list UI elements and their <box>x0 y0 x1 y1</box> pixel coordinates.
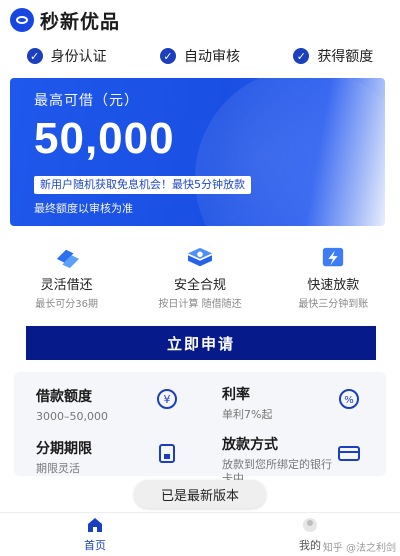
app-title: 秒新优品 <box>40 10 121 33</box>
bottom-nav: 首页 我的 知乎 @法之利剑 <box>0 512 400 556</box>
nav-tab-home[interactable]: 首页 <box>70 517 120 553</box>
loan-info-card: 借款额度 3000–50,000 ¥ 利率 单利7%起 % 分期期限 期限灵活 … <box>14 372 386 485</box>
info-term: 分期期限 期限灵活 <box>36 438 92 476</box>
perk-title: 安全合规 <box>173 278 226 293</box>
promo-badge: 新用户随机获取免息机会！最快5分钟放款 <box>34 176 251 194</box>
app-logo-icon <box>10 8 34 32</box>
feature-label: 身份认证 <box>50 49 107 65</box>
info-value: 单利7%起 <box>222 408 273 421</box>
bank-card-icon <box>338 446 360 461</box>
feature-label: 自动审核 <box>183 49 240 65</box>
banner-decoration <box>195 78 385 226</box>
info-disbursement: 放款方式 放款到您所绑定的银行卡中 <box>222 434 332 486</box>
check-circle-icon: ✓ <box>26 48 43 64</box>
perk-subtitle: 按日计算 随借随还 <box>158 299 242 310</box>
feature-identity: ✓ 身份认证 <box>26 46 107 66</box>
perk-flexible: 灵活借还 最长可分36期 <box>12 246 122 310</box>
fast-disburse-icon <box>323 247 344 267</box>
banner-note: 最终额度以审核为准 <box>34 202 133 215</box>
perk-title: 灵活借还 <box>40 278 93 293</box>
perk-subtitle: 最快三分钟到账 <box>298 299 369 310</box>
toast-message: 已是最新版本 <box>134 480 266 508</box>
info-rate: 利率 单利7%起 <box>222 384 272 422</box>
check-circle-icon: ✓ <box>159 48 176 64</box>
perk-fast: 快速放款 最快三分钟到账 <box>278 246 388 310</box>
nav-label: 首页 <box>84 539 106 552</box>
watermark: 知乎 @法之利剑 <box>322 543 396 554</box>
max-amount: 50,000 <box>34 114 175 163</box>
svg-text:%: % <box>344 395 354 406</box>
feature-get-quota: ✓ 获得额度 <box>293 46 373 66</box>
home-icon <box>88 518 102 532</box>
check-circle-icon: ✓ <box>293 48 310 64</box>
feature-label: 获得额度 <box>317 49 374 65</box>
app-header: 秒新优品 <box>0 0 400 40</box>
info-loan-amount: 借款额度 3000–50,000 <box>36 386 108 424</box>
calendar-icon <box>159 444 175 463</box>
info-value: 期限灵活 <box>36 462 80 475</box>
perk-title: 快速放款 <box>307 278 360 293</box>
info-title: 分期期限 <box>36 441 92 457</box>
perk-security: 安全合规 按日计算 随借随还 <box>145 246 255 310</box>
percent-icon: % <box>339 389 359 409</box>
flexible-repay-icon <box>56 249 79 269</box>
loan-banner[interactable]: 最高可借（元） 50,000 新用户随机获取免息机会！最快5分钟放款 最终额度以… <box>10 78 385 226</box>
info-title: 利率 <box>222 387 250 403</box>
feature-strip: ✓ 身份认证 ✓ 自动审核 ✓ 获得额度 <box>0 42 400 70</box>
perks-row: 灵活借还 最长可分36期 安全合规 按日计算 随借随还 快速放款 最快三分钟到账 <box>0 246 400 310</box>
banner-label: 最高可借（元） <box>34 93 139 109</box>
info-title: 借款额度 <box>36 389 92 405</box>
info-value: 3000–50,000 <box>36 410 108 423</box>
apply-now-button[interactable]: 立即申请 <box>26 326 376 360</box>
user-icon <box>303 518 317 532</box>
nav-label: 我的 <box>299 539 321 552</box>
feature-auto-review: ✓ 自动审核 <box>159 46 240 66</box>
info-title: 放款方式 <box>222 437 278 453</box>
security-compliance-icon <box>187 247 212 267</box>
yen-exchange-icon: ¥ <box>157 389 177 409</box>
svg-text:¥: ¥ <box>164 393 171 406</box>
perk-subtitle: 最长可分36期 <box>35 299 99 310</box>
